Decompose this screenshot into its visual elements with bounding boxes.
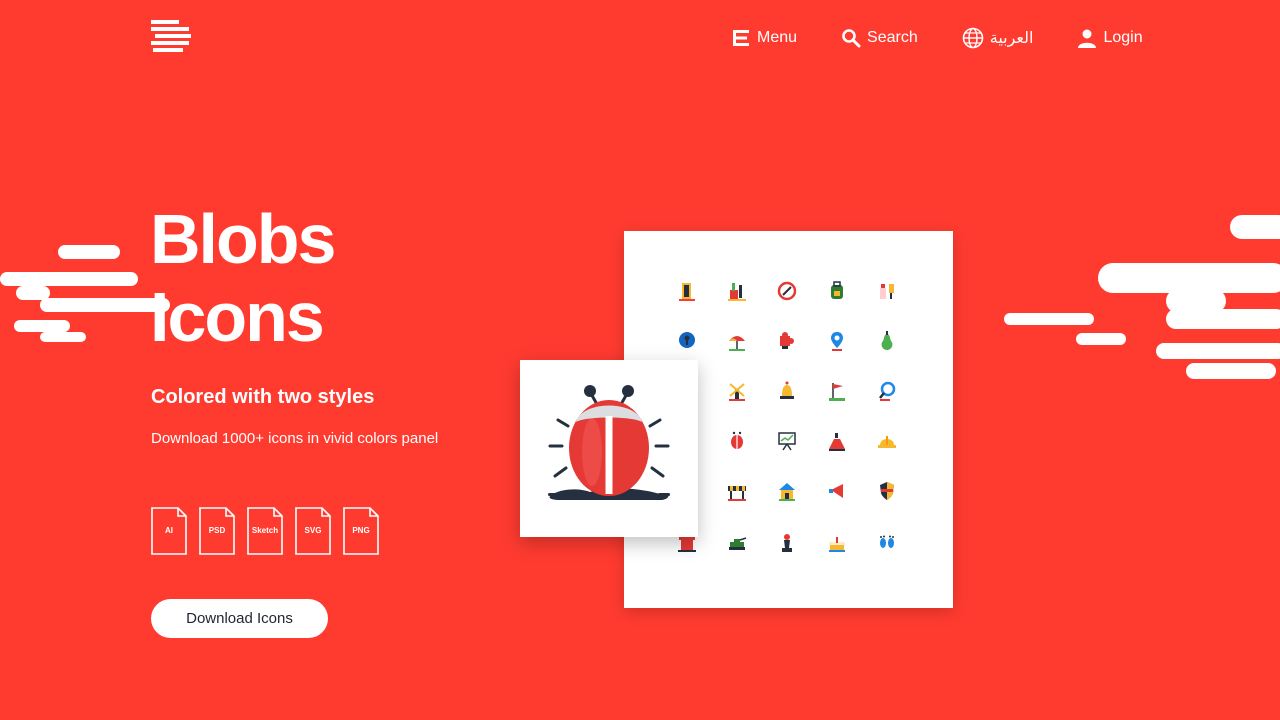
compass-icon: [777, 281, 797, 301]
globe-icon: [962, 27, 984, 49]
chess-pawn-icon: [782, 534, 792, 552]
presentation-board-icon: [778, 432, 796, 451]
format-svg-badge: SVG: [295, 507, 331, 555]
login-button[interactable]: Login: [1077, 26, 1143, 50]
format-psd-badge: PSD: [199, 507, 235, 555]
location-pin-icon: [831, 332, 843, 351]
search-icon: [842, 29, 861, 48]
top-nav: Menu Search العربية Login: [731, 26, 1143, 50]
cake-icon: [829, 537, 845, 552]
keyhole-icon: [679, 332, 695, 348]
search-label: Search: [867, 29, 918, 46]
format-label: AI: [165, 526, 173, 535]
hero-title: Blobs Icons: [150, 200, 336, 356]
format-label: SVG: [304, 526, 322, 535]
magnifier-icon: [879, 381, 896, 401]
cloud-decoration-right: [1004, 215, 1280, 379]
megaphone-icon: [829, 484, 843, 498]
flag-icon: [829, 383, 845, 401]
ladybug-icon: [731, 431, 743, 449]
baby-bottle-icon: [880, 284, 894, 299]
format-ai-badge: AI: [151, 507, 187, 555]
hero-description: Download 1000+ icons in vivid colors pan…: [151, 430, 439, 447]
format-sketch-badge: Sketch: [247, 507, 283, 555]
umbrella-icon: [729, 336, 745, 351]
bell-icon: [780, 381, 794, 399]
shield-icon: [880, 482, 894, 500]
door-icon: [679, 283, 695, 301]
language-button[interactable]: العربية: [962, 26, 1034, 50]
logo-icon[interactable]: [151, 20, 191, 54]
format-label: Sketch: [251, 526, 279, 535]
footprints-icon: [880, 535, 894, 548]
language-label: العربية: [989, 30, 1034, 47]
helmet-icon: [878, 436, 896, 448]
windmill-icon: [729, 383, 745, 401]
user-icon: [1078, 29, 1097, 48]
paint-brushes-icon: [728, 283, 746, 301]
backpack-icon: [831, 281, 843, 299]
hero-title-line1: Blobs: [150, 200, 336, 278]
barrier-icon: [728, 486, 746, 501]
volcano-icon: [829, 433, 845, 451]
house-icon: [779, 483, 795, 501]
ladybug-icon: [548, 385, 670, 500]
menu-label: Menu: [757, 29, 798, 46]
format-png-badge: PNG: [343, 507, 379, 555]
tank-icon: [729, 537, 747, 550]
cloud-decoration-left: [0, 245, 170, 342]
format-label: PNG: [352, 526, 370, 535]
featured-icon-card: [520, 360, 698, 537]
menu-button[interactable]: Menu: [731, 26, 797, 50]
format-label: PSD: [208, 526, 226, 535]
puzzle-icon: [780, 332, 794, 349]
pear-icon: [881, 331, 893, 350]
download-icons-button[interactable]: Download Icons: [151, 599, 328, 638]
hero-title-line2: Icons: [150, 278, 325, 356]
hero-subtitle: Colored with two styles: [151, 386, 375, 408]
search-button[interactable]: Search: [841, 26, 918, 50]
file-formats: AI PSD Sketch SVG PNG: [151, 507, 391, 555]
menu-icon: [733, 30, 749, 46]
login-label: Login: [1103, 29, 1143, 46]
